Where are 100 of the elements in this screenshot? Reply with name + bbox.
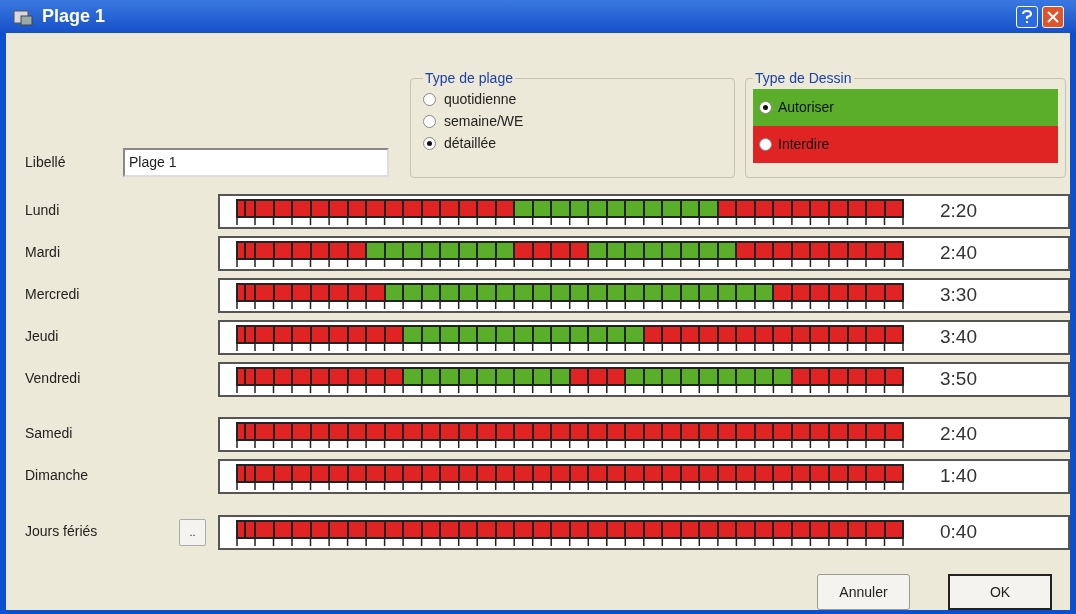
denied-cell[interactable] [644,326,664,342]
allowed-cell[interactable] [607,326,627,342]
allowed-cell[interactable] [607,200,627,216]
denied-cell[interactable] [830,242,849,258]
allowed-cell[interactable] [607,284,627,300]
denied-cell[interactable] [700,326,719,342]
allowed-cell[interactable] [681,242,701,258]
denied-cell[interactable] [311,521,331,537]
allowed-cell[interactable] [737,284,756,300]
allowed-cell[interactable] [478,284,497,300]
denied-cell[interactable] [589,368,608,384]
denied-cell[interactable] [515,242,534,258]
denied-cell[interactable] [330,465,349,481]
denied-cell[interactable] [348,368,368,384]
denied-cell[interactable] [478,200,497,216]
denied-cell[interactable] [246,368,256,384]
denied-cell[interactable] [293,423,312,439]
denied-cell[interactable] [867,521,886,537]
denied-cell[interactable] [570,521,590,537]
denied-cell[interactable] [459,200,479,216]
allowed-cell[interactable] [533,368,553,384]
allowed-cell[interactable] [533,284,553,300]
denied-cell[interactable] [830,326,849,342]
name-field[interactable]: Plage 1 [123,148,389,177]
denied-cell[interactable] [330,521,349,537]
allowed-cell[interactable] [496,326,516,342]
denied-cell[interactable] [311,423,331,439]
denied-cell[interactable] [737,200,756,216]
denied-cell[interactable] [570,465,590,481]
allowed-cell[interactable] [533,326,553,342]
denied-cell[interactable] [478,423,497,439]
denied-cell[interactable] [681,521,701,537]
denied-cell[interactable] [626,521,645,537]
allowed-cell[interactable] [422,242,442,258]
allowed-cell[interactable] [626,326,645,342]
denied-cell[interactable] [441,200,460,216]
denied-cell[interactable] [293,465,312,481]
denied-cell[interactable] [589,465,608,481]
denied-cell[interactable] [885,465,905,481]
allowed-cell[interactable] [663,368,682,384]
denied-cell[interactable] [552,465,571,481]
denied-cell[interactable] [274,326,294,342]
denied-cell[interactable] [718,465,738,481]
denied-cell[interactable] [607,368,627,384]
allowed-cell[interactable] [700,368,719,384]
denied-cell[interactable] [293,284,312,300]
denied-cell[interactable] [422,200,442,216]
allowed-cell[interactable] [533,200,553,216]
color-option[interactable]: Autoriser [753,89,1058,126]
denied-cell[interactable] [755,326,775,342]
allowed-cell[interactable] [515,200,534,216]
denied-cell[interactable] [663,465,682,481]
denied-cell[interactable] [774,423,793,439]
denied-cell[interactable] [792,521,812,537]
denied-cell[interactable] [311,465,331,481]
denied-cell[interactable] [422,465,442,481]
denied-cell[interactable] [404,200,423,216]
denied-cell[interactable] [246,423,256,439]
allowed-cell[interactable] [626,200,645,216]
denied-cell[interactable] [293,326,312,342]
denied-cell[interactable] [811,521,830,537]
denied-cell[interactable] [681,465,701,481]
allowed-cell[interactable] [663,284,682,300]
allowed-cell[interactable] [681,284,701,300]
denied-cell[interactable] [256,465,275,481]
denied-cell[interactable] [422,423,442,439]
allowed-cell[interactable] [774,368,793,384]
denied-cell[interactable] [644,521,664,537]
denied-cell[interactable] [737,423,756,439]
denied-cell[interactable] [830,521,849,537]
denied-cell[interactable] [848,423,867,439]
denied-cell[interactable] [238,200,246,216]
denied-cell[interactable] [552,521,571,537]
denied-cell[interactable] [792,326,812,342]
allowed-cell[interactable] [570,326,590,342]
denied-cell[interactable] [718,200,738,216]
denied-cell[interactable] [404,465,423,481]
allowed-cell[interactable] [515,284,534,300]
ok-button[interactable]: OK [948,574,1052,610]
allowed-cell[interactable] [478,326,497,342]
denied-cell[interactable] [496,423,516,439]
allowed-cell[interactable] [515,326,534,342]
denied-cell[interactable] [367,284,386,300]
color-option[interactable]: Interdire [753,126,1058,163]
help-button[interactable] [1016,5,1038,28]
denied-cell[interactable] [459,521,479,537]
allowed-cell[interactable] [459,326,479,342]
denied-cell[interactable] [792,465,812,481]
denied-cell[interactable] [867,423,886,439]
radio-button[interactable] [423,114,436,128]
denied-cell[interactable] [792,242,812,258]
denied-cell[interactable] [256,200,275,216]
denied-cell[interactable] [459,423,479,439]
allowed-cell[interactable] [737,368,756,384]
denied-cell[interactable] [515,465,534,481]
allowed-cell[interactable] [663,242,682,258]
denied-cell[interactable] [681,423,701,439]
allowed-cell[interactable] [626,368,645,384]
denied-cell[interactable] [830,465,849,481]
denied-cell[interactable] [848,242,867,258]
